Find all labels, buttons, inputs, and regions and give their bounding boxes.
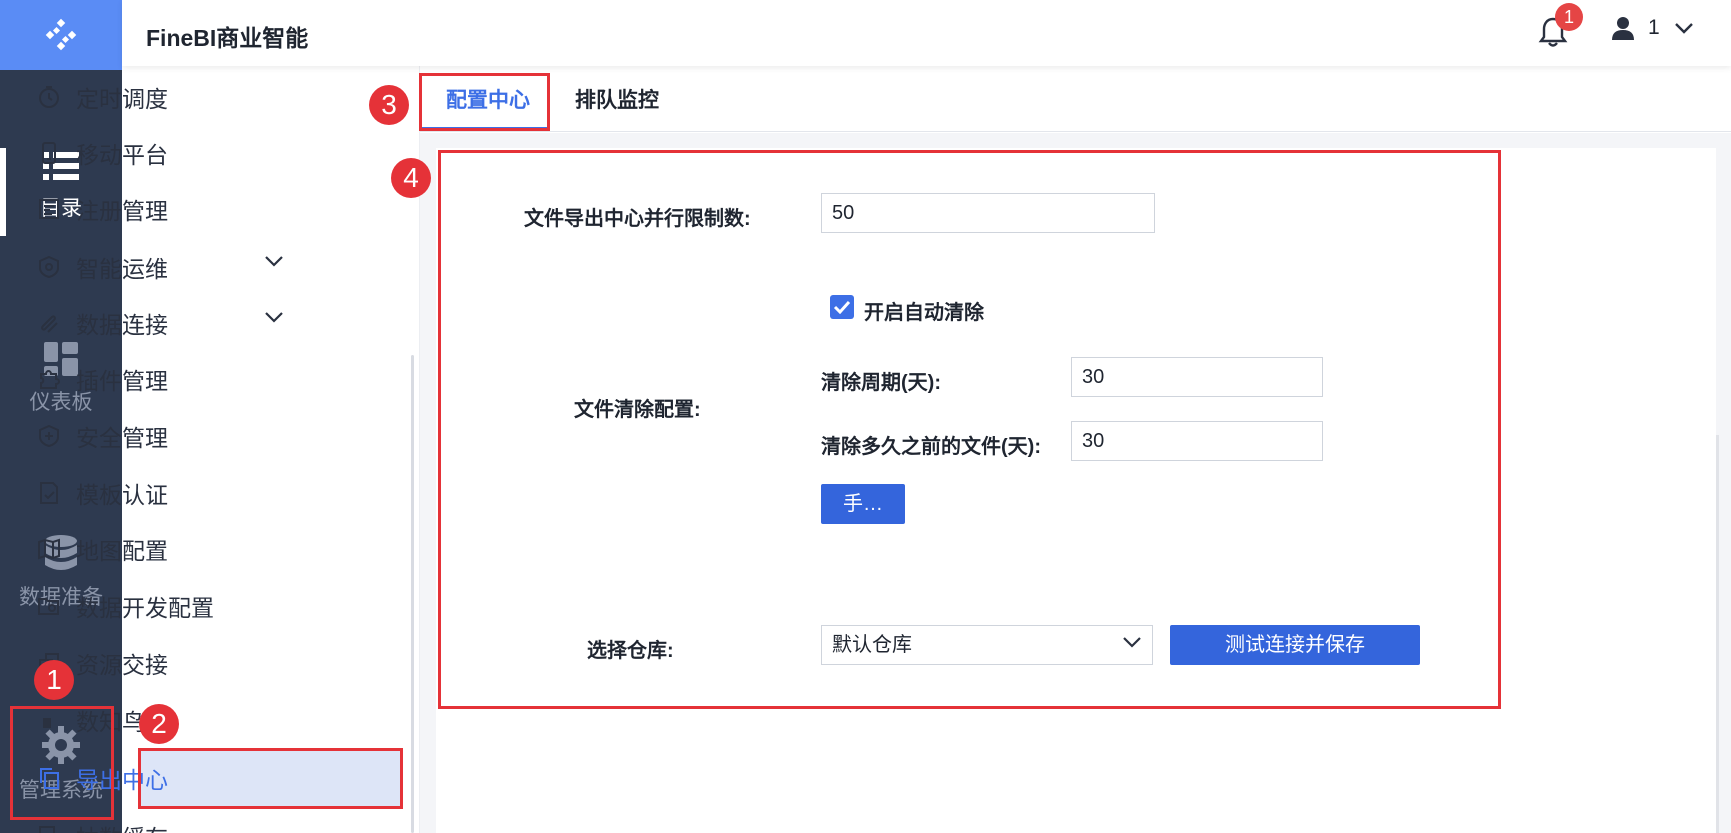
warehouse-label: 选择仓库:	[587, 640, 674, 662]
map-icon	[36, 536, 62, 562]
sidebar-item-label: 数据连接	[76, 312, 168, 338]
sidebar-item-map[interactable]: 地图配置	[14, 521, 404, 577]
tab-queue-monitor[interactable]: 排队监控	[575, 84, 659, 114]
concurrency-label: 文件导出中心并行限制数:	[524, 208, 751, 230]
sidebar-item-cache[interactable]: 抽数缓存	[14, 808, 404, 833]
sidebar-scrollbar[interactable]	[411, 355, 414, 833]
sidebar-item-mobile[interactable]: 移动平台	[14, 125, 404, 181]
sidebar-item-label: 地图配置	[76, 538, 168, 564]
register-icon	[36, 196, 62, 222]
sidebar-item-label: 定时调度	[76, 86, 168, 112]
sidebar-item-register[interactable]: 注册管理	[14, 181, 404, 237]
tab-config-center[interactable]: 配置中心	[446, 84, 530, 114]
sidebar-item-template-auth[interactable]: 模板认证	[14, 465, 404, 521]
user-menu[interactable]: 1	[1612, 16, 1694, 40]
logo-icon	[45, 18, 77, 51]
folder-gear-icon	[36, 593, 62, 619]
clean-period-input[interactable]: 30	[1071, 357, 1323, 397]
auto-clean-checkbox[interactable]	[830, 295, 854, 319]
sidebar-item-label: 智能运维	[76, 256, 168, 282]
sidebar-item-label: 移动平台	[76, 142, 168, 168]
chevron-down-icon	[1123, 637, 1141, 648]
annotation-marker-1: 1	[34, 660, 74, 700]
shield-icon	[36, 423, 62, 449]
config-panel	[436, 148, 1716, 833]
manual-clean-button[interactable]: 手…	[821, 484, 905, 524]
content-scrollbar[interactable]	[1716, 435, 1719, 833]
chevron-down-icon	[1674, 23, 1693, 34]
annotation-marker-4: 4	[391, 158, 431, 198]
app-title: FineBI商业智能	[146, 25, 309, 51]
sidebar-item-plugins[interactable]: 插件管理	[14, 351, 404, 407]
warehouse-select-value: 默认仓库	[832, 634, 912, 656]
clean-period-label: 清除周期(天):	[821, 372, 941, 394]
sidebar-item-security[interactable]: 安全管理	[14, 408, 404, 464]
link-icon	[36, 310, 62, 336]
sidebar-item-data-dev[interactable]: 数据开发配置	[14, 578, 404, 634]
app-root: 目录 仪表板 数据准备 管理系统 FineBI商业智能 1 1 定时调度 移动平…	[0, 0, 1731, 833]
sidebar-item-label: 导出中心	[76, 767, 168, 793]
sidebar-item-label: 资源交接	[76, 652, 168, 678]
bird-icon	[36, 707, 62, 733]
concurrency-input[interactable]: 50	[821, 193, 1155, 233]
mobile-icon	[36, 140, 62, 166]
sidebar-item-export-center[interactable]: 导出中心	[14, 750, 404, 806]
tab-active-underline	[419, 127, 549, 130]
check-icon	[833, 300, 851, 314]
template-icon	[36, 480, 62, 506]
chevron-down-icon	[265, 312, 283, 323]
top-bar: FineBI商业智能 1 1	[122, 0, 1731, 66]
annotation-marker-2: 2	[139, 704, 179, 744]
ops-icon	[36, 254, 62, 280]
sidebar-item-label: 插件管理	[76, 368, 168, 394]
sidebar-item-label: 数知鸟	[76, 709, 145, 735]
timer-icon	[36, 84, 62, 110]
clean-before-label: 清除多久之前的文件(天):	[821, 436, 1041, 458]
sidebar-item-label: 抽数缓存	[76, 819, 168, 833]
sidebar-item-data-connection[interactable]: 数据连接	[14, 295, 404, 351]
user-name: 1	[1648, 16, 1660, 39]
auto-clean-label: 开启自动清除	[864, 302, 984, 324]
sidebar-item-label: 模板认证	[76, 482, 168, 508]
annotation-marker-3: 3	[369, 85, 409, 125]
sidebar-item-bird[interactable]: 数知鸟	[14, 692, 404, 748]
sidebar-item-label: 注册管理	[76, 198, 168, 224]
copy-icon	[36, 765, 62, 791]
clean-before-input[interactable]: 30	[1071, 421, 1323, 461]
chevron-down-icon	[265, 256, 283, 267]
sidebar-item-label: 安全管理	[76, 425, 168, 451]
tab-bar: 配置中心 排队监控	[420, 66, 1731, 132]
sidebar-item-ops[interactable]: 智能运维	[14, 239, 404, 295]
cache-icon	[36, 823, 62, 833]
clean-config-label: 文件清除配置:	[574, 399, 701, 421]
user-icon	[1612, 17, 1634, 40]
puzzle-icon	[36, 366, 62, 392]
test-and-save-button[interactable]: 测试连接并保存	[1170, 625, 1420, 665]
app-logo[interactable]	[0, 0, 122, 70]
sidebar-item-schedule[interactable]: 定时调度	[14, 69, 404, 125]
sidebar-item-label: 数据开发配置	[76, 595, 214, 621]
notification-badge: 1	[1555, 3, 1583, 31]
warehouse-select[interactable]: 默认仓库	[821, 625, 1153, 665]
